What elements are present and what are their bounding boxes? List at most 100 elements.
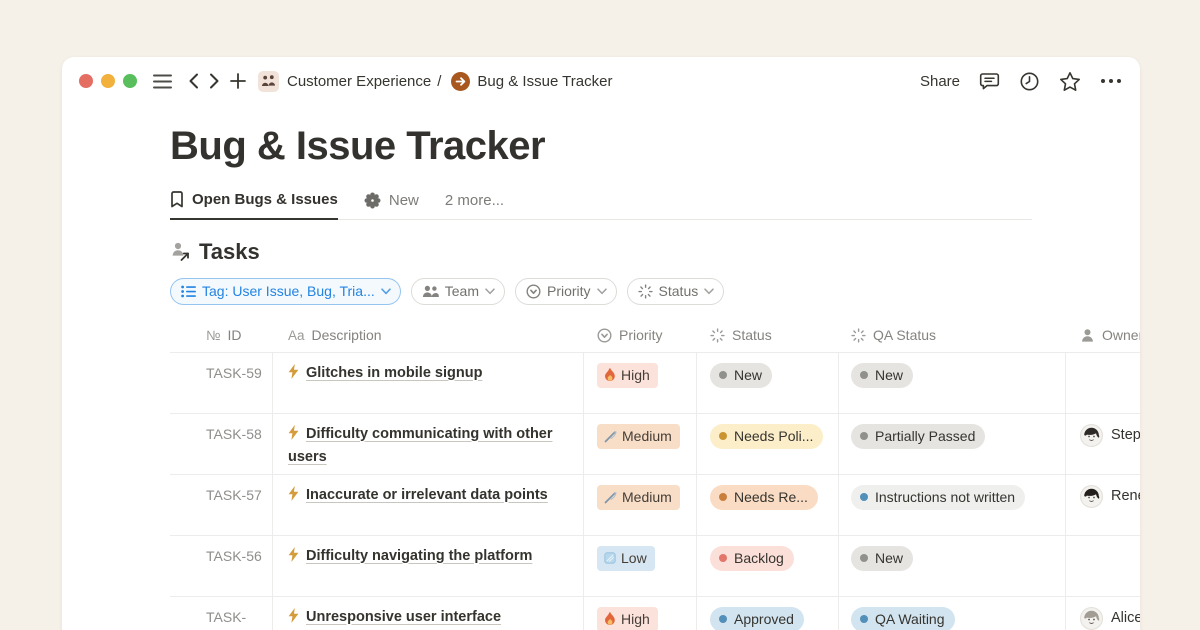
chevron-down-icon [704,288,714,295]
cell-owner[interactable]: Rene [1066,475,1140,535]
cell-description[interactable]: Unresponsive user interface [273,597,584,630]
cell-priority[interactable]: High [584,353,697,413]
filter-chip-team[interactable]: Team [411,278,505,305]
favorite-star-icon[interactable] [1059,71,1081,92]
cell-description[interactable]: Difficulty navigating the platform [273,536,584,596]
filter-chip-tag[interactable]: Tag: User Issue, Bug, Tria... [170,278,401,305]
cell-status[interactable]: New [697,353,839,413]
status-dot [860,615,868,623]
traffic-light-zoom-icon[interactable] [123,74,137,88]
text-aa-icon: Aa [288,328,305,343]
cell-status[interactable]: Needs Re... [697,475,839,535]
history-clock-icon[interactable] [1019,71,1040,92]
cell-description[interactable]: Glitches in mobile signup [273,353,584,413]
section-title: Tasks [199,239,260,265]
tab-open-bugs-issues[interactable]: Open Bugs & Issues [170,191,338,220]
lightning-bolt-icon [288,547,299,569]
avatar [1080,485,1103,508]
table-row: TASK-57 Inaccurate or irrelevant data po… [170,474,1140,535]
view-tabs: Open Bugs & Issues New 2 more... [170,191,1032,220]
column-header-qa-status[interactable]: QA Status [839,319,1066,352]
cell-status[interactable]: Backlog [697,536,839,596]
share-button[interactable]: Share [920,73,960,90]
cell-priority[interactable]: Medium [584,414,697,474]
cell-owner[interactable] [1066,353,1140,413]
cell-qa-status[interactable]: New [839,353,1066,413]
cell-priority[interactable]: High [584,597,697,630]
cell-status[interactable]: Needs Poli... [697,414,839,474]
priority-emoji-icon [604,491,617,504]
page-title: Bug & Issue Tracker [170,122,1140,170]
cell-description[interactable]: Difficulty communicating with other user… [273,414,584,474]
forward-icon[interactable] [209,73,220,89]
chevron-down-icon [485,288,495,295]
cell-owner[interactable]: Alice [1066,597,1140,630]
chevron-down-icon [381,288,391,295]
filter-bar: Tag: User Issue, Bug, Tria... Team Prior… [170,278,1140,305]
cell-status[interactable]: Approved [697,597,839,630]
status-spinner-icon [710,328,725,343]
cell-id[interactable]: TASK-59 [170,353,273,413]
sidebar-menu-icon[interactable] [153,74,172,89]
priority-select-icon [526,284,541,299]
column-header-owner[interactable]: Owner [1066,319,1140,352]
priority-emoji-icon [604,552,616,564]
tab-label: Open Bugs & Issues [192,191,338,208]
breadcrumb-separator: / [437,73,441,90]
numero-icon: № [206,328,220,343]
priority-emoji-icon [604,430,617,443]
table-row: TASK-56 Difficulty navigating the platfo… [170,535,1140,596]
window-toolbar: Customer Experience / Bug & Issue Tracke… [62,57,1140,105]
filter-chip-status[interactable]: Status [627,278,725,305]
cell-qa-status[interactable]: Instructions not written [839,475,1066,535]
comments-icon[interactable] [979,71,1000,91]
person-icon [1080,328,1095,343]
cell-description[interactable]: Inaccurate or irrelevant data points [273,475,584,535]
filter-label: Priority [547,283,591,299]
breadcrumb-page[interactable]: Bug & Issue Tracker [477,73,612,90]
filter-label: Status [659,283,699,299]
cell-owner[interactable] [1066,536,1140,596]
traffic-light-minimize-icon[interactable] [101,74,115,88]
cell-owner[interactable]: Steph [1066,414,1140,474]
more-options-icon[interactable] [1100,78,1122,84]
breadcrumb-workspace[interactable]: Customer Experience [287,73,431,90]
cell-id[interactable]: TASK-56 [170,536,273,596]
status-dot [860,493,868,501]
tasks-section-header: Tasks [170,239,1140,265]
tab-new[interactable]: New [364,192,419,219]
bookmark-icon [170,191,184,208]
traffic-light-close-icon[interactable] [79,74,93,88]
workspace-emoji-icon[interactable] [258,71,279,92]
table-header-row: № ID Aa Description Priority Status [170,319,1140,352]
status-dot [719,432,727,440]
lightning-bolt-icon [288,364,299,386]
lightning-bolt-icon [288,486,299,508]
column-header-priority[interactable]: Priority [584,319,697,352]
status-dot [719,371,727,379]
cell-id[interactable]: TASK- [170,597,273,630]
new-page-icon[interactable] [230,73,246,89]
cell-qa-status[interactable]: New [839,536,1066,596]
back-icon[interactable] [188,73,199,89]
table-row: TASK-58 Difficulty communicating with ot… [170,413,1140,474]
people-icon [422,285,439,298]
column-header-description[interactable]: Aa Description [273,319,584,352]
status-spinner-icon [851,328,866,343]
status-dot [860,432,868,440]
filter-chip-priority[interactable]: Priority [515,278,617,305]
avatar [1080,607,1103,630]
column-header-id[interactable]: № ID [170,319,273,352]
app-window: Customer Experience / Bug & Issue Tracke… [62,57,1140,630]
cell-id[interactable]: TASK-57 [170,475,273,535]
column-header-status[interactable]: Status [697,319,839,352]
status-spinner-icon [638,284,653,299]
status-dot [860,554,868,562]
tab-more-views[interactable]: 2 more... [445,192,504,219]
cell-qa-status[interactable]: QA Waiting [839,597,1066,630]
cell-priority[interactable]: Low [584,536,697,596]
cell-priority[interactable]: Medium [584,475,697,535]
linked-database-person-icon [170,241,191,262]
cell-qa-status[interactable]: Partially Passed [839,414,1066,474]
cell-id[interactable]: TASK-58 [170,414,273,474]
